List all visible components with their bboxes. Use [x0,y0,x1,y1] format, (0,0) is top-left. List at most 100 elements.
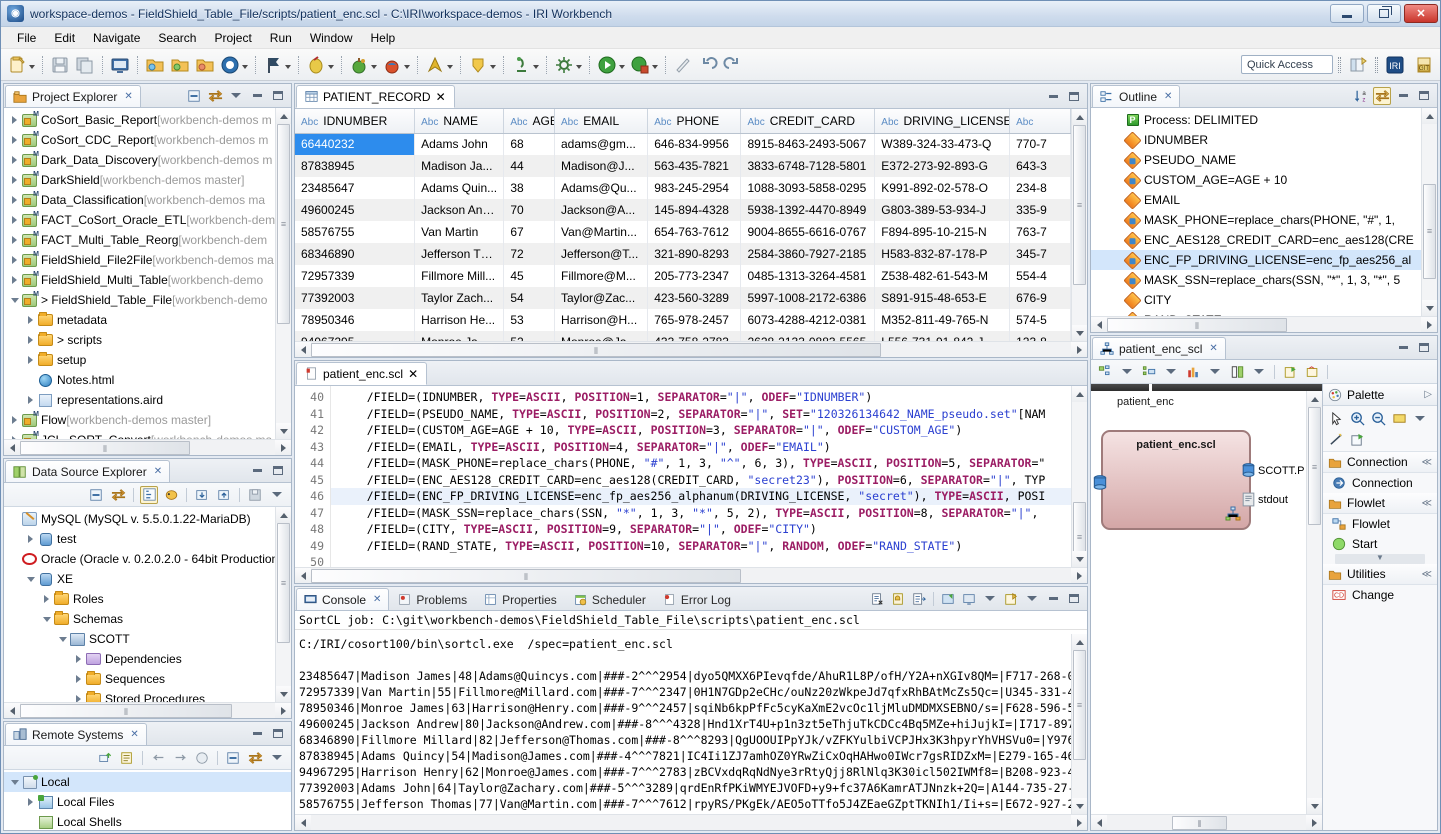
collapse-group-icon[interactable]: ≪ [1422,457,1432,468]
close-button[interactable]: ✕ [1404,4,1438,23]
code-line[interactable]: /FIELD=(MASK_SSN=replace_chars(SSN, "*",… [339,505,1087,522]
outline-tree-item[interactable]: ENC_FP_DRIVING_LICENSE=enc_fp_aes256_al [1091,250,1421,270]
table-cell[interactable]: 52 [503,331,555,341]
new-icon[interactable] [1281,363,1299,381]
table-cell[interactable]: 145-894-4328 [647,199,742,221]
tree-twisty[interactable] [72,655,85,663]
open-folder-red-button[interactable] [193,52,217,78]
close-icon[interactable]: ✕ [1209,343,1217,354]
outline-tree-item[interactable]: MASK_PHONE=replace_chars(PHONE, "#", 1, [1091,210,1421,230]
table-cell[interactable]: 58576755 [295,221,416,243]
diagram-hscrollbar[interactable]: ⦀ [1091,814,1322,830]
tree-twisty[interactable] [24,798,37,806]
table-cell[interactable]: 87838945 [295,155,416,177]
chart-dropdown-icon[interactable] [1206,363,1224,381]
table-cell[interactable]: L556-731-91-842-J [874,331,1011,341]
tree-twisty[interactable] [24,396,37,404]
project-tree-item[interactable]: Data_Classification [workbench-demos ma [4,190,275,210]
code-line[interactable]: /FIELD=(RAND_STATE, TYPE=ASCII, POSITION… [339,538,1087,555]
scroll-left-arrow[interactable] [4,703,20,718]
project-tree[interactable]: CoSort_Basic_Report [workbench-demos mCo… [4,108,291,455]
data-source-tree[interactable]: MySQL (MySQL v. 5.5.0.1.22-MariaDB) test O… [4,507,291,718]
data-source-tree-item[interactable]: Oracle (Oracle v. 0.2.0.2.0 - 64bit Prod… [4,549,282,569]
table-cell[interactable]: 123-8 [1009,331,1071,341]
vscroll-thumb[interactable]: ≡ [277,124,290,324]
minimize-icon[interactable] [248,725,266,743]
table-cell[interactable]: 643-3 [1009,155,1071,177]
code-line[interactable]: /FIELD=(CUSTOM_AGE=AGE + 10, TYPE=ASCII,… [339,422,1087,439]
table-cell[interactable]: 433-758-2783 [647,331,742,341]
scroll-right-arrow[interactable] [1071,815,1087,830]
project-tree-item[interactable]: DarkShield [workbench-demos master] [4,170,275,190]
table-cell[interactable]: Jackson@A... [554,199,649,221]
tree-twisty[interactable] [40,595,53,603]
new-wizard-button[interactable] [5,52,37,78]
close-icon[interactable]: ✕ [124,91,132,102]
vscroll-thumb[interactable]: ≡ [1073,125,1086,285]
tree-twisty[interactable] [24,576,37,582]
flag-button[interactable] [261,52,293,78]
table-cell[interactable]: 676-9 [1009,287,1071,309]
table-cell[interactable]: 5997-1008-2172-6386 [740,287,876,309]
egg-button[interactable] [304,52,336,78]
tab-problems[interactable]: Problems [390,588,475,610]
tree-layout-icon[interactable] [140,485,158,504]
data-source-tree-item[interactable]: Dependencies [4,649,275,669]
table-cell[interactable]: 5938-1392-4470-8949 [740,199,876,221]
scroll-right-arrow[interactable] [1071,568,1087,583]
scroll-up-arrow[interactable] [276,108,291,124]
table-cell[interactable]: H583-832-87-178-P [874,243,1011,265]
table-cell[interactable]: 335-9 [1009,199,1071,221]
external-tools-dropdown-icon[interactable] [576,65,582,69]
table-cell[interactable]: Van Martin [414,221,505,243]
patient-record-table[interactable]: Abc IDNUMBER Abc NAME Abc AGE Abc EMAIL Abc PHONE… [295,109,1071,341]
minimize-icon[interactable] [1394,87,1412,105]
run-button[interactable] [595,52,627,78]
palette-item-connection[interactable]: Connection [1323,473,1437,493]
tree-twisty[interactable] [40,616,53,622]
code-line[interactable]: /FIELD=(MASK_PHONE=replace_chars(PHONE, … [339,455,1087,472]
table-cell[interactable]: Harrison He... [414,309,505,331]
debug-button[interactable] [628,52,660,78]
remote-systems-tree-item[interactable]: Local Shells [4,812,291,830]
column-header[interactable]: Abc AGE [503,109,555,134]
project-tree-item[interactable]: FACT_CoSort_Oracle_ETL [workbench-dem [4,210,275,230]
vscroll-thumb[interactable]: ≡ [277,523,290,643]
table-cell[interactable]: Jefferson@T... [554,243,649,265]
table-cell[interactable]: Adams@Qu... [554,177,649,199]
tree-twisty[interactable] [24,336,37,344]
console-hscrollbar[interactable] [295,814,1087,830]
collapse-all-icon[interactable] [185,87,203,105]
table-cell[interactable]: G803-389-53-934-J [874,199,1011,221]
tab-scheduler[interactable]: Scheduler [566,588,654,610]
align-icon[interactable] [1140,363,1158,381]
tree-twisty[interactable] [8,236,21,244]
project-tree-item[interactable]: > scripts [4,330,275,350]
tree-twisty[interactable] [56,636,69,642]
collapse-group-icon[interactable]: ≪ [1422,569,1432,580]
scroll-down-arrow[interactable] [276,686,291,702]
data-source-tree-item[interactable]: Roles [4,589,275,609]
clear-console-icon[interactable] [868,590,886,608]
palette-group-connection[interactable]: Connection ≪ [1323,452,1437,473]
new-connection-icon[interactable] [96,749,114,767]
column-header[interactable]: Abc NAME [414,109,505,134]
table-cell[interactable]: 49600245 [295,199,416,221]
table-cell[interactable]: 2584-3860-7927-2185 [740,243,876,265]
outline-tree-item[interactable]: CUSTOM_AGE=AGE + 10 [1091,170,1421,190]
table-cell[interactable]: Madison Ja... [414,155,505,177]
data-source-tree-item[interactable]: Sequences [4,669,275,689]
table-cell[interactable]: 67 [503,221,555,243]
table-cell[interactable]: 321-890-8293 [647,243,742,265]
column-header[interactable]: Abc DRIVING_LICENSE [874,109,1011,134]
tree-twisty[interactable] [8,297,21,303]
table-cell[interactable]: 765-978-2457 [647,309,742,331]
table-cell[interactable]: 654-763-7612 [647,221,742,243]
tree-twisty[interactable] [8,156,21,164]
dse-hscrollbar[interactable]: ⦀ [4,702,291,718]
table-row[interactable]: 72957339 Fillmore Mill... 45 Fillmore@M... 2… [295,265,1071,287]
tree-twisty[interactable] [24,535,37,543]
properties-icon[interactable] [118,749,136,767]
minimize-icon[interactable] [1044,590,1062,608]
code-line[interactable]: /FIELD=(ENC_AES128_CREDIT_CARD=enc_aes12… [339,472,1087,489]
